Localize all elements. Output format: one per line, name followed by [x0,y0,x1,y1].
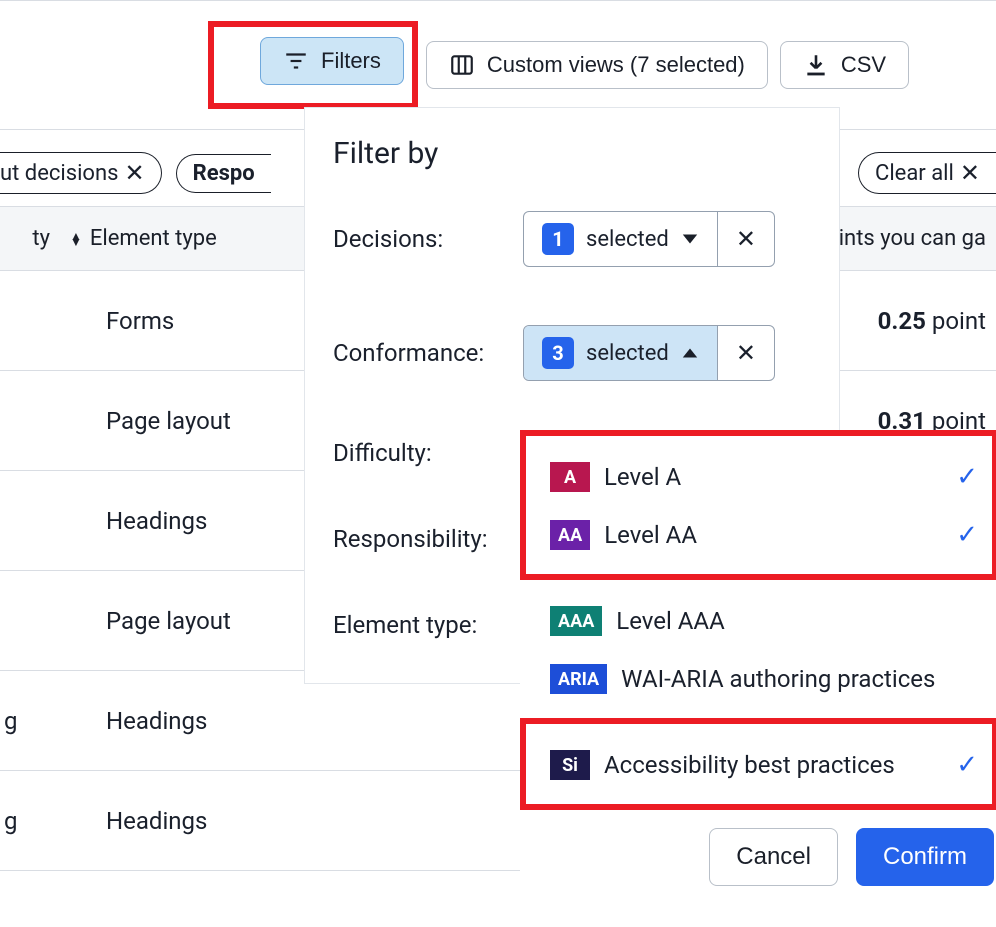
conformance-options: A Level A ✓ AA Level AA ✓ AAA Level AAA ARIA WAI… [520,430,996,886]
chevron-up-icon [681,346,699,360]
clear-all-chip[interactable]: Clear all ✕ [858,152,996,194]
level-badge: Si [550,750,590,780]
decisions-select[interactable]: 1 selected ✕ [523,211,775,267]
close-icon: ✕ [736,339,756,367]
filter-label: Conformance: [333,339,523,367]
conformance-option[interactable]: AA Level AA ✓ [544,510,984,568]
conformance-option[interactable]: AAA Level AAA [544,596,990,654]
clear-all-label: Clear all [875,161,954,186]
highlight-box-filters: Filters [208,21,418,109]
count-badge: 1 [542,223,574,255]
download-icon [803,52,829,78]
cell-element-type: Headings [106,807,356,835]
csv-button[interactable]: CSV [780,41,909,89]
col-severity[interactable]: ty [0,226,60,251]
filter-label: Responsibility: [333,525,523,553]
chip-label: Respo [193,161,255,186]
options-middle: AAA Level AAA ARIA WAI-ARIA authoring pract… [520,580,996,718]
close-icon[interactable]: ✕ [124,159,144,187]
option-label: Level AA [604,521,697,549]
highlight-box-options-bottom: Si Accessibility best practices ✓ [520,718,996,810]
filter-row-conformance: Conformance: 3 selected ✕ [333,325,811,381]
cancel-button[interactable]: Cancel [709,828,838,886]
filter-label: Difficulty: [333,439,523,467]
confirm-button[interactable]: Confirm [856,828,994,886]
level-badge: AAA [550,606,602,636]
filters-label: Filters [321,48,381,74]
col-element-type[interactable]: ▲▼ Element type [60,226,310,251]
clear-conformance[interactable]: ✕ [717,326,774,380]
check-icon: ✓ [956,750,978,780]
option-label: Level AAA [616,607,724,635]
level-badge: AA [550,520,590,550]
filter-panel-title: Filter by [333,136,811,171]
conformance-option[interactable]: ARIA WAI-ARIA authoring practices [544,654,990,712]
cell-points: 0.25 point [878,307,996,335]
close-icon: ✕ [736,225,756,253]
chevron-down-icon [681,232,699,246]
filter-panel-actions: Cancel Confirm [520,810,996,886]
conformance-option[interactable]: Si Accessibility best practices ✓ [544,740,984,798]
level-badge: ARIA [550,664,607,694]
option-label: Level A [604,463,681,491]
check-icon: ✓ [956,462,978,492]
columns-icon [449,52,475,78]
filter-row-decisions: Decisions: 1 selected ✕ [333,211,811,267]
custom-views-button[interactable]: Custom views (7 selected) [426,41,768,89]
option-label: WAI-ARIA authoring practices [621,665,935,693]
sort-icon: ▲▼ [70,233,82,245]
check-icon: ✓ [956,520,978,550]
conformance-select[interactable]: 3 selected ✕ [523,325,775,381]
filter-icon [283,48,309,74]
filters-button[interactable]: Filters [260,37,404,85]
filter-label: Decisions: [333,225,523,253]
count-badge: 3 [542,337,574,369]
cell-element-type: Headings [106,707,356,735]
clear-decisions[interactable]: ✕ [717,212,774,266]
csv-label: CSV [841,52,886,78]
col-points[interactable]: pints you can ga [816,226,996,251]
filter-chip-responsibility[interactable]: Respo [176,154,271,193]
close-icon[interactable]: ✕ [960,159,980,187]
option-label: Accessibility best practices [604,751,895,779]
filter-label: Element type: [333,611,523,639]
conformance-option[interactable]: A Level A ✓ [544,452,984,510]
custom-views-label: Custom views (7 selected) [487,52,745,78]
level-badge: A [550,462,590,492]
filter-chip-decisions[interactable]: ut decisions ✕ [0,152,162,194]
highlight-box-options-top: A Level A ✓ AA Level AA ✓ [520,430,996,580]
chip-label: ut decisions [0,161,118,186]
